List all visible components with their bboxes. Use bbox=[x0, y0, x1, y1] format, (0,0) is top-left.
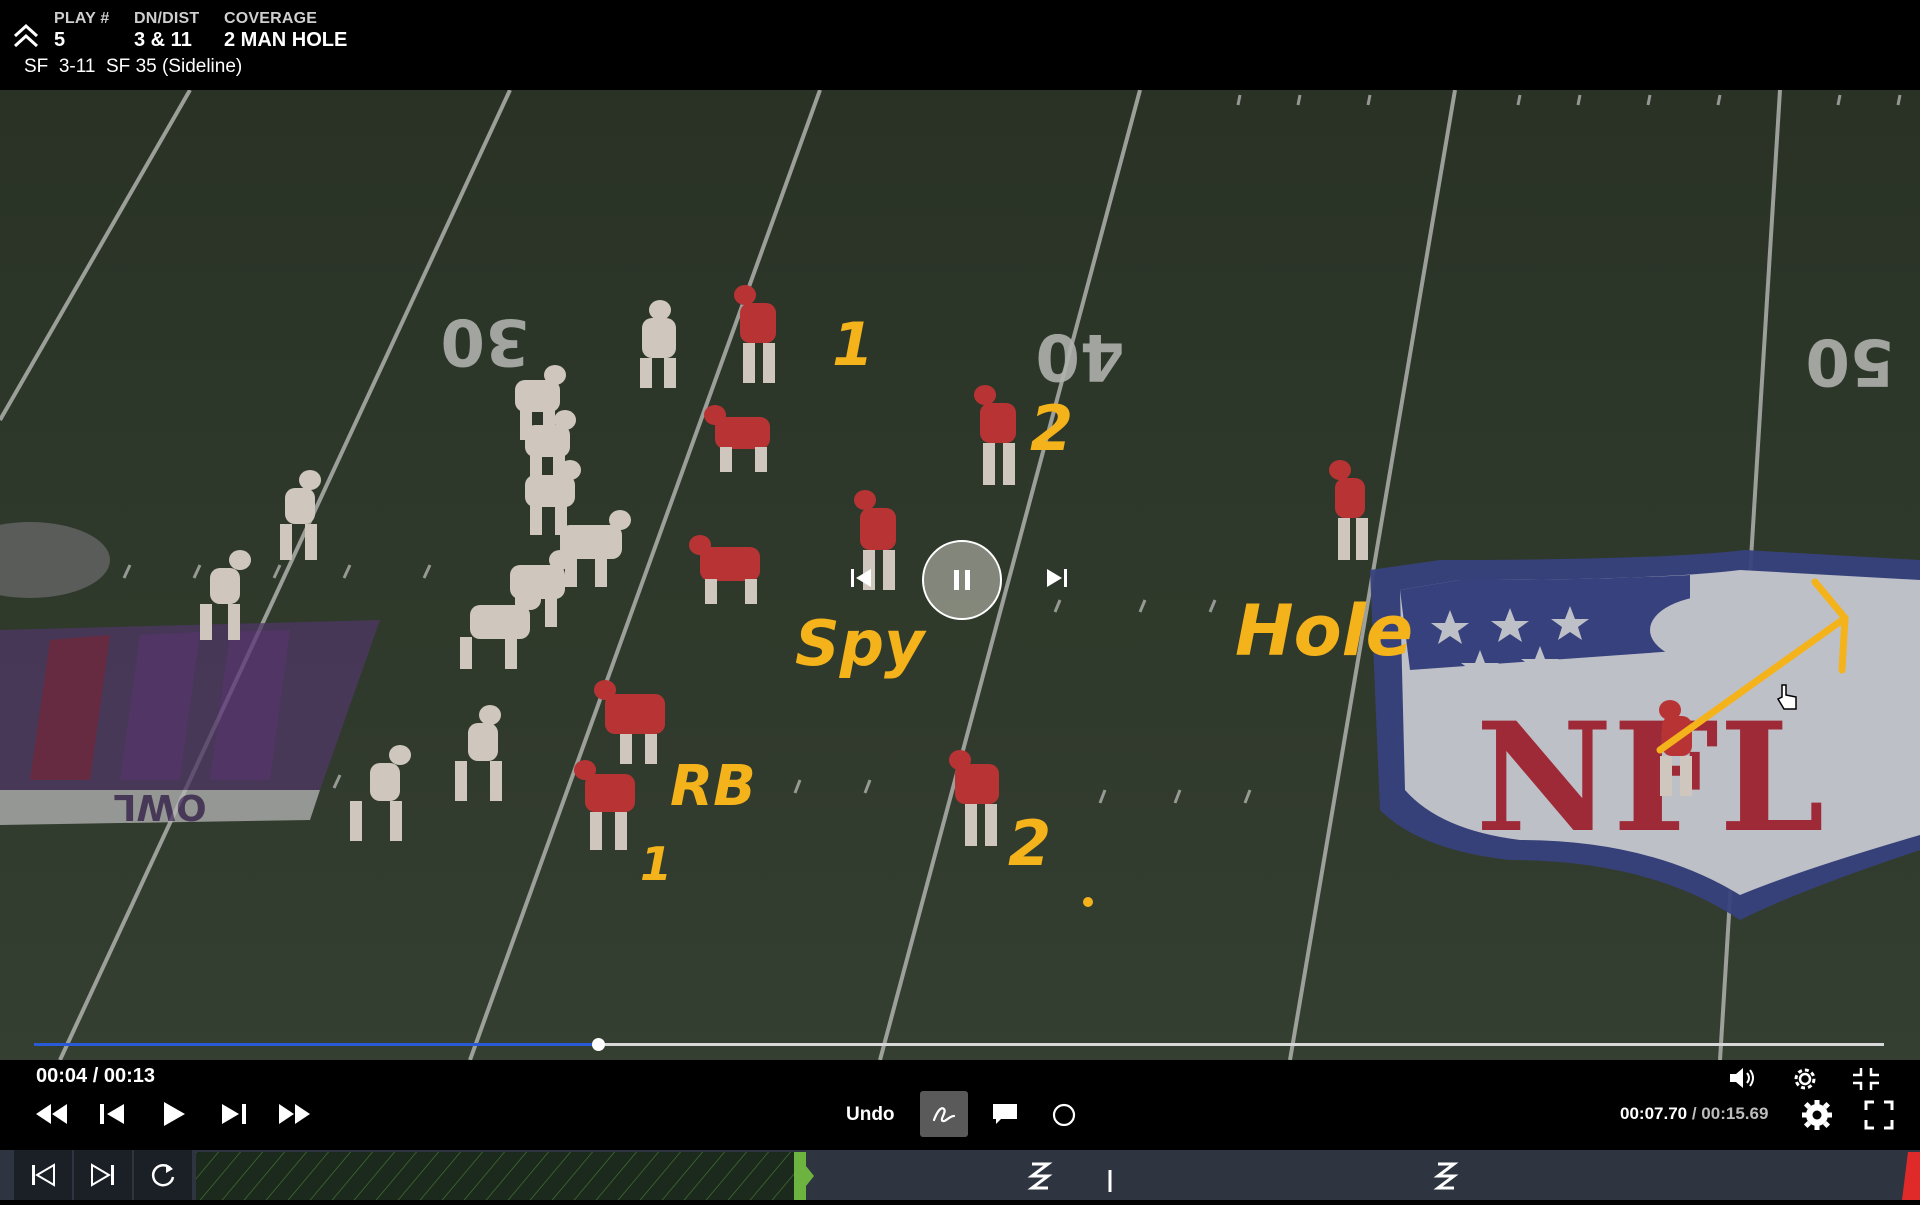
annotation-2-bottom: 2 bbox=[1008, 807, 1051, 880]
total-time-separator: / bbox=[1687, 1104, 1702, 1123]
draw-icon bbox=[932, 1107, 956, 1123]
next-play-icon[interactable] bbox=[74, 1150, 132, 1200]
scrub-bar[interactable] bbox=[34, 1038, 1884, 1051]
total-time-current: 00:07.70 bbox=[1620, 1104, 1688, 1123]
watched-clips-segment bbox=[196, 1152, 794, 1200]
coverage-group: COVERAGE 2 MAN HOLE bbox=[224, 10, 347, 52]
pause-icon bbox=[954, 570, 970, 590]
overlay-pause-button[interactable] bbox=[922, 540, 1002, 620]
coverage-value: 2 MAN HOLE bbox=[224, 29, 348, 51]
play-context-line: SF 3-11 SF 35 (Sideline) bbox=[24, 56, 243, 77]
total-time: 00:07.70 / 00:15.69 bbox=[1620, 1104, 1768, 1124]
fast-forward-icon[interactable] bbox=[276, 1098, 312, 1130]
volume-icon[interactable] bbox=[1726, 1064, 1760, 1092]
step-back-icon[interactable] bbox=[96, 1098, 128, 1130]
fullscreen-icon[interactable] bbox=[1862, 1098, 1896, 1132]
collapse-chevron-icon[interactable] bbox=[10, 20, 42, 52]
coverage-label: COVERAGE bbox=[224, 10, 318, 27]
exit-fullscreen-icon[interactable] bbox=[1850, 1064, 1882, 1094]
annotation-1-top: 1 bbox=[832, 310, 874, 380]
play-clips-track[interactable] bbox=[196, 1152, 1920, 1200]
replay-icon[interactable] bbox=[134, 1150, 192, 1200]
play-icon[interactable] bbox=[158, 1097, 190, 1131]
scrub-progress bbox=[34, 1043, 599, 1046]
overlay-previous-icon[interactable] bbox=[848, 564, 876, 592]
total-time-total: 00:15.69 bbox=[1701, 1104, 1769, 1123]
annotation-rb: RB bbox=[670, 754, 756, 819]
annotation-hole: Hole bbox=[1235, 590, 1413, 672]
down-distance-label: DN/DIST bbox=[134, 10, 200, 27]
play-number-group: PLAY # 5 bbox=[54, 10, 109, 52]
annotation-1-bottom: 1 bbox=[640, 837, 672, 891]
step-forward-icon[interactable] bbox=[218, 1098, 250, 1130]
play-number-value: 5 bbox=[54, 29, 66, 51]
annotation-spy: Spy bbox=[795, 607, 927, 680]
gear-icon[interactable] bbox=[1800, 1098, 1834, 1132]
circle-icon[interactable] bbox=[1050, 1101, 1078, 1129]
current-clip-marker bbox=[794, 1152, 806, 1200]
play-number-label: PLAY # bbox=[54, 10, 110, 27]
down-distance-group: DN/DIST 3 & 11 bbox=[134, 10, 199, 52]
rewind-icon[interactable] bbox=[34, 1098, 70, 1130]
undo-button[interactable]: Undo bbox=[846, 1104, 895, 1126]
previous-play-icon[interactable] bbox=[14, 1150, 72, 1200]
comment-icon[interactable] bbox=[990, 1101, 1020, 1127]
annotation-2-top: 2 bbox=[1030, 392, 1073, 465]
clip-time: 00:04 / 00:13 bbox=[36, 1065, 155, 1087]
settings-gear-icon[interactable] bbox=[1790, 1064, 1820, 1094]
draw-tool-button[interactable] bbox=[920, 1091, 968, 1137]
overlay-next-icon[interactable] bbox=[1042, 564, 1070, 592]
down-distance-value: 3 & 11 bbox=[134, 29, 192, 51]
